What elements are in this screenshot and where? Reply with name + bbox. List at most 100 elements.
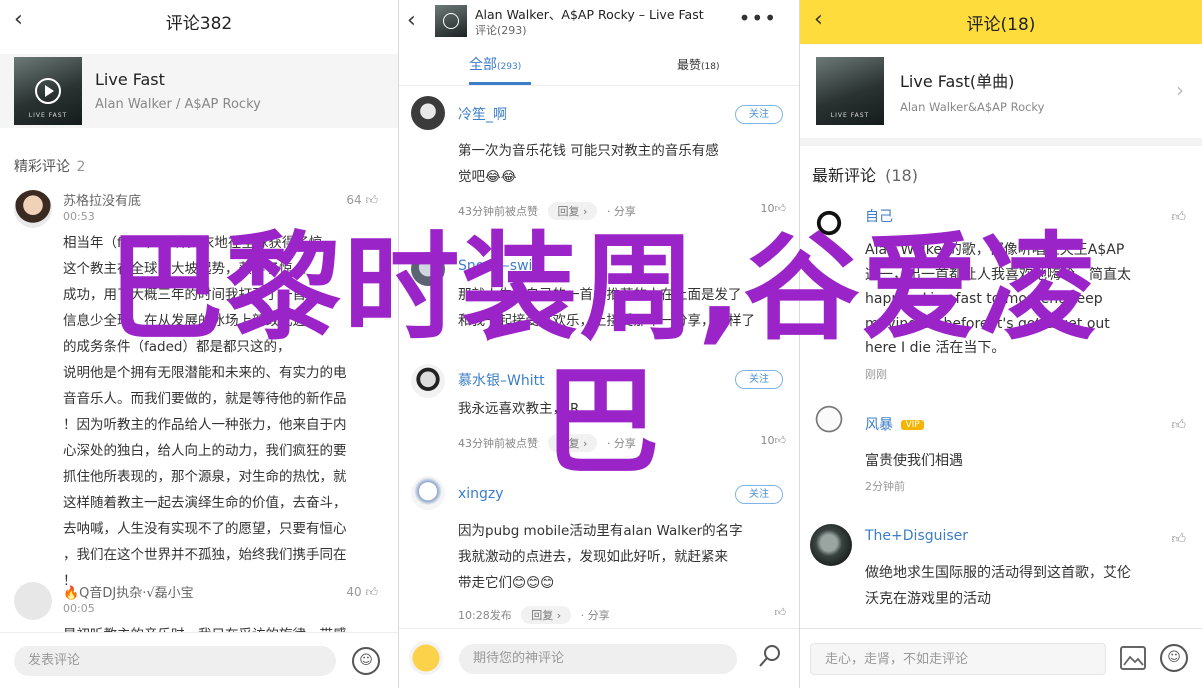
reply-button[interactable]: 回复 › [521,606,572,624]
comments-panel-left: ‹ 评论382 LIVE FAST Live Fast Alan Walker … [0,0,398,688]
comment-text: 因为pubg mobile活动里有alan Walker的名字 我就激动的点进去… [458,518,793,596]
user-name[interactable]: 慕水银–Whitt [458,370,545,390]
cover-caption: LIVE FAST [830,112,870,119]
reply-button[interactable]: 回复 › [547,434,598,452]
comment-line: here I die 活在当下。 [865,340,1006,356]
song-name: Live Fast [95,70,165,89]
comment-text: 那就人生要自己的一首，推荐的人在上面是发了 和我一起接受过欢乐，上接受那个一分享… [458,282,788,334]
active-tab-indicator [469,82,531,85]
user-name[interactable]: Snow—swift [458,258,543,274]
play-icon[interactable] [35,78,61,104]
comment-input[interactable]: 走心，走肾，不如走评论 [810,643,1106,675]
album-thumb[interactable] [435,5,467,37]
comment-line: 我永远喜欢教主，JR [458,401,580,417]
comment-line: 成功，用了大概三年的时间我打开了一首 [63,287,306,303]
user-name[interactable]: 自己 [865,206,893,226]
thumb-up-icon[interactable]: 👍︎ [1171,530,1186,547]
comment-text: 相当年（fade）一种天衣地在全球获得了惊 这个教主在全球的大坡起势，获得了惊人… [63,230,388,594]
back-arrow-icon[interactable]: ‹ [14,9,23,31]
thumb-up-icon[interactable]: 👍︎ [775,202,787,215]
header-title: Alan Walker、A$AP Rocky – Live Fast [475,7,704,22]
emoji-icon[interactable]: ☺ [352,647,380,675]
share-button[interactable]: · 分享 [607,437,636,450]
share-button[interactable]: · 分享 [607,205,636,218]
like-count[interactable]: 64 👍︎ [346,193,378,208]
avatar[interactable] [411,476,445,510]
share-button[interactable]: · 分享 [581,609,610,622]
user-name[interactable]: The+Disguiser [865,528,968,544]
comment-line: 这个教主在全球的大坡起势，获得了惊人 [63,261,306,277]
comment-line: 因为pubg mobile活动里有alan Walker的名字 [458,523,743,539]
comment-line: Alan Walker的歌，都像听唱王天王A$AP [865,242,1125,258]
comment-input[interactable]: 发表评论 [14,646,336,676]
like-count[interactable]: 10👍︎ [761,202,787,215]
tab-all[interactable]: 全部(293) [469,54,521,74]
song-card[interactable]: LIVE FAST Live Fast(单曲) Alan Walker&A$AP… [800,56,1202,126]
like-count[interactable]: 40 👍︎ [346,585,378,600]
comment-time: 2分钟前 [865,480,905,493]
avatar[interactable] [810,524,852,566]
emoji-icon[interactable]: ☺ [1160,644,1188,672]
comment-meta: 10:28发布 回复 › · 分享 👍︎ [458,606,788,624]
like-count[interactable]: 10👍︎ [761,434,787,447]
comment-line: 做绝地求生国际服的活动得到这首歌，艾伦 [865,565,1131,581]
user-name[interactable]: 冷笙_啊 [458,104,507,124]
comment-line: 音音乐人。而我们要做的，就是等待他的新作品 [63,391,347,407]
thumb-up-icon[interactable]: 👍︎ [1171,416,1186,433]
user-avatar[interactable] [409,641,443,675]
comment-time: 00:05 [63,602,95,615]
avatar[interactable] [810,204,848,242]
header-subtitle: 评论(293) [475,24,527,37]
tab-label: 全部 [469,57,497,73]
comment-line: 信息少全球，在从发展的冰场上新改化这 [63,313,306,329]
comment-text: 我永远喜欢教主，JR [458,396,788,422]
tab-top[interactable]: 最赞(18) [677,56,720,73]
thumb-up-icon[interactable]: 👍︎ [365,585,378,599]
thumb-up-icon[interactable]: 👍︎ [775,606,787,619]
user-name[interactable]: 苏格拉没有底 [63,190,141,209]
back-arrow-icon[interactable]: ‹ [814,9,823,31]
tab-count: 18 [704,62,716,72]
avatar[interactable] [14,190,52,228]
user-name[interactable]: 🔥Q音DJ执杂·√磊小宝 [63,582,194,601]
thumb-up-icon[interactable]: 👍︎ [775,434,787,447]
comment-time: 刚刚 [865,368,887,381]
song-artist: Alan Walker / A$AP Rocky [95,97,261,112]
avatar[interactable] [14,582,52,620]
more-icon[interactable]: ••• [739,6,777,30]
avatar[interactable] [411,252,445,286]
avatar[interactable] [411,96,445,130]
user-name[interactable]: 风暴 VIP [865,414,924,434]
section-count: 2 [76,159,86,175]
comment-text: 做绝地求生国际服的活动得到这首歌，艾伦 沃克在游戏里的活动 [865,560,1195,612]
back-arrow-icon[interactable]: ‹ [407,8,416,33]
search-icon[interactable] [757,643,783,669]
chevron-right-icon[interactable]: › [1176,78,1184,102]
reply-button[interactable]: 回复 › [547,202,598,220]
follow-button[interactable]: 关注 [735,485,783,504]
comment-input[interactable]: 期待您的神评论 [459,644,737,674]
follow-button[interactable]: 关注 [735,370,783,389]
comments-panel-right: ‹ 评论(18) LIVE FAST Live Fast(单曲) Alan Wa… [800,0,1202,688]
avatar[interactable] [810,402,848,440]
comment-line: happy，Live fast to moment Keep [865,291,1103,307]
comment-meta: 43分钟前被点赞 回复 › · 分享 10👍︎ [458,434,788,452]
thumb-up-icon[interactable]: 👍︎ [1171,208,1186,225]
avatar[interactable] [411,364,445,398]
thumb-up-icon[interactable]: 👍︎ [365,193,378,207]
section-header: 精彩评论 2 [14,156,85,176]
comment-meta: 43分钟前被点赞 回复 › · 分享 10👍︎ [458,202,788,220]
comment-line: 第一次为音乐花钱 可能只对教主的音乐有感 [458,143,719,159]
comment-line: 我就激动的点进去，发现如此好听，就赶紧来 [458,549,728,565]
image-icon[interactable] [1120,646,1146,670]
follow-button[interactable]: 关注 [735,105,783,124]
user-name[interactable]: xingzy [458,486,504,502]
comment-line: moving on before it's gotta get out [865,315,1110,332]
song-card[interactable]: LIVE FAST Live Fast Alan Walker / A$AP R… [0,54,398,128]
album-cover: LIVE FAST [14,57,82,125]
share-label: 分享 [613,437,636,450]
tab-bar: 全部(293) 最赞(18) [399,46,799,86]
reply-label: 回复 [557,437,580,450]
cover-caption: LIVE FAST [28,112,68,119]
play-icon[interactable] [443,13,459,29]
